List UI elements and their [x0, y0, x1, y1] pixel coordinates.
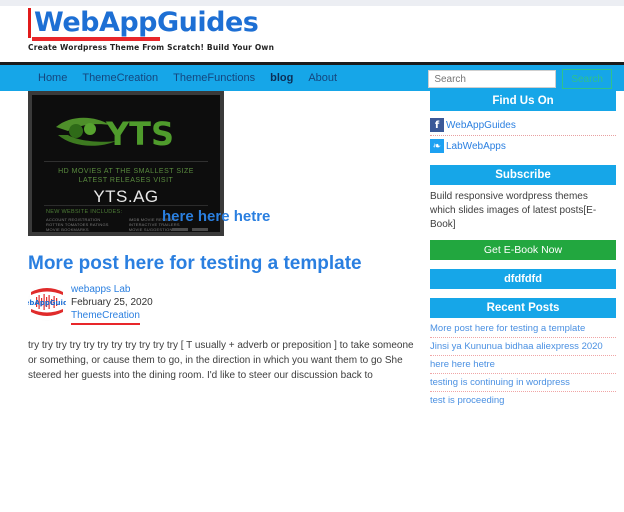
yts-logo: YTS — [32, 105, 220, 157]
recent-post-item[interactable]: here here hetre — [430, 356, 616, 374]
avatar-image: WebAppGuides — [28, 284, 66, 320]
nav-item-blog[interactable]: blog — [270, 65, 293, 91]
subscribe-description: Build responsive wordpress themes which … — [430, 191, 597, 230]
post-title-link[interactable]: More post here for testing a template — [28, 253, 418, 275]
recent-post-item[interactable]: testing is continuing in wordpress — [430, 374, 616, 392]
social-links-list: f WebAppGuides ❧ LabWebApps — [430, 115, 616, 156]
logo-underline — [32, 37, 160, 41]
search-button[interactable]: Search — [562, 69, 612, 89]
search-input[interactable] — [428, 70, 557, 88]
yts-divider-2 — [44, 205, 208, 206]
post-excerpt: try try try try try try try try try try … — [28, 340, 414, 381]
social-link-label: LabWebApps — [446, 140, 506, 152]
twitter-icon: ❧ — [430, 139, 444, 153]
yts-buttons — [172, 228, 208, 231]
nav-item-about[interactable]: About — [308, 65, 337, 91]
yts-tagline: HD MOVIES AT THE SMALLEST SIZE LATEST RE… — [32, 167, 220, 185]
site-logo-text: WebAppGuides — [28, 8, 259, 38]
recent-posts-list: More post here for testing a template Ji… — [430, 320, 616, 409]
social-link-label: WebAppGuides — [446, 119, 516, 131]
post-author[interactable]: webapps Lab — [71, 283, 418, 296]
yts-bottom-line — [48, 232, 194, 233]
main-column: YTS HD MOVIES AT THE SMALLEST SIZE LATES… — [28, 91, 418, 383]
svg-text:YTS: YTS — [105, 115, 174, 153]
page-root: WebAppGuides Create Wordpress Theme From… — [0, 0, 624, 512]
yts-logo-icon: YTS — [56, 115, 174, 153]
main-navbar: Home ThemeCreation ThemeFunctions blog A… — [0, 62, 624, 91]
post-title-here-here-hetre[interactable]: here here hetre — [162, 208, 270, 225]
get-ebook-button[interactable]: Get E-Book Now — [430, 240, 616, 260]
post-date: February 25, 2020 — [71, 297, 153, 308]
widget-title-find-us-on: Find Us On — [430, 91, 616, 111]
recent-post-item[interactable]: More post here for testing a template — [430, 320, 616, 338]
yts-includes-heading: NEW WEBSITE INCLUDES: — [46, 209, 123, 215]
search-area: Search — [428, 69, 612, 89]
yts-feature: MOVIE REQUESTS — [46, 232, 85, 236]
yts-divider — [44, 161, 208, 162]
social-link-twitter[interactable]: ❧ LabWebApps — [430, 136, 616, 156]
nav-item-themefunctions[interactable]: ThemeFunctions — [173, 65, 255, 91]
facebook-icon: f — [430, 118, 444, 132]
post-meta: WebAppGuides webapps Lab February 25, 20… — [28, 283, 418, 325]
dfdfdfd-button[interactable]: dfdfdfd — [430, 269, 616, 289]
yts-button-bar — [172, 228, 188, 231]
site-logo[interactable]: WebAppGuides — [28, 8, 259, 38]
yts-button-bar — [192, 228, 208, 231]
yts-tagline-line1: HD MOVIES AT THE SMALLEST SIZE — [58, 168, 194, 175]
yts-feature: EFFICIENT — [128, 232, 152, 236]
nav-item-home[interactable]: Home — [38, 65, 67, 91]
avatar: WebAppGuides — [28, 283, 66, 321]
widget-subscribe: Subscribe Build responsive wordpress the… — [430, 165, 616, 289]
recent-post-item[interactable]: test is proceeding — [430, 392, 616, 409]
widget-recent-posts: Recent Posts More post here for testing … — [430, 298, 616, 409]
recent-post-item[interactable]: Jinsi ya Kununua bidhaa aliexpress 2020 — [430, 338, 616, 356]
svg-text:WebAppGuides: WebAppGuides — [28, 299, 66, 307]
yts-domain: YTS.AG — [93, 187, 159, 206]
nav-item-themecreation[interactable]: ThemeCreation — [82, 65, 158, 91]
post-category[interactable]: ThemeCreation — [71, 309, 140, 325]
social-link-facebook[interactable]: f WebAppGuides — [430, 115, 616, 136]
sidebar: Find Us On f WebAppGuides ❧ LabWebApps S… — [430, 91, 616, 418]
widget-title-subscribe: Subscribe — [430, 165, 616, 185]
yts-tagline-line2: LATEST RELEASES VISIT — [78, 177, 174, 184]
nav-items: Home ThemeCreation ThemeFunctions blog A… — [38, 65, 337, 91]
widget-find-us-on: Find Us On f WebAppGuides ❧ LabWebApps — [430, 91, 616, 156]
widget-title-recent-posts: Recent Posts — [430, 298, 616, 318]
yts-includes-col1: ACCOUNT REGISTRATION ROTTEN TOMATOES RAT… — [46, 217, 109, 236]
site-tagline: Create Wordpress Theme From Scratch! Bui… — [28, 43, 275, 52]
site-header: WebAppGuides Create Wordpress Theme From… — [0, 6, 624, 62]
